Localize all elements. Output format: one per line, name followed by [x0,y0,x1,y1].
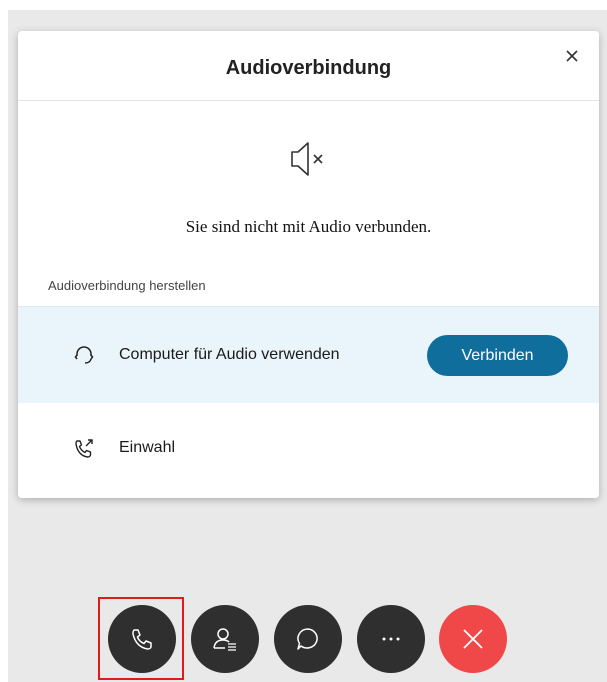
option-dial-in[interactable]: Einwahl [18,403,599,498]
option-computer-audio[interactable]: Computer für Audio verwenden Verbinden [18,306,599,403]
headset-icon [74,346,94,364]
more-options-button[interactable] [357,605,425,673]
participants-button[interactable] [191,605,259,673]
option-dial-label: Einwahl [119,439,176,456]
chat-icon [297,628,318,650]
chat-button[interactable] [274,605,342,673]
dialog-title: Audioverbindung [225,57,392,79]
dialog-header: Audioverbindung [18,31,599,101]
selection-outline [98,597,184,680]
leave-meeting-button[interactable] [439,605,507,673]
speaker-muted-icon [291,142,323,176]
leave-icon [463,629,483,649]
option-computer-label: Computer für Audio verwenden [119,346,340,363]
audio-status-text: Sie sind nicht mit Audio verbunden. [185,217,432,236]
close-icon [566,50,578,62]
more-icon [382,637,400,641]
audio-connection-dialog: Audioverbindung Sie sind nicht mit Audio… [18,31,599,498]
participants-icon [213,628,236,651]
phone-dial-icon [75,439,93,458]
close-button[interactable] [559,43,585,69]
connect-button[interactable]: Verbinden [427,335,568,376]
section-label: Audioverbindung herstellen [48,278,206,293]
